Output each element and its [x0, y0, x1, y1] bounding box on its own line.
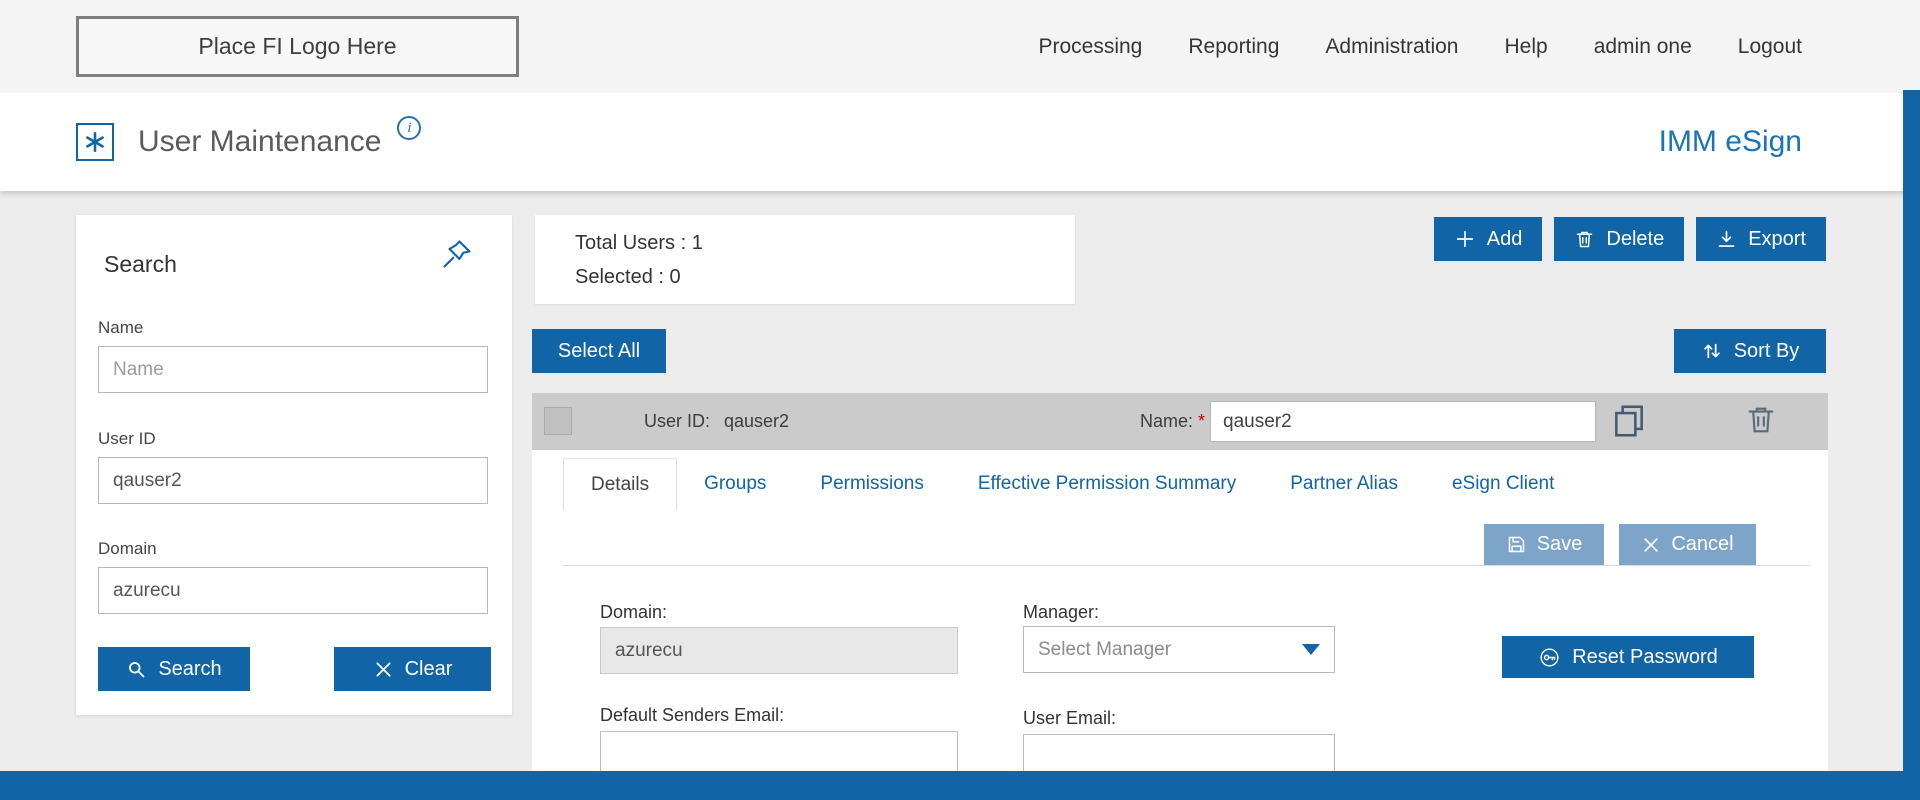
tab-esign-client[interactable]: eSign Client	[1425, 458, 1581, 510]
sort-arrows-icon	[1701, 340, 1723, 362]
export-button[interactable]: Export	[1696, 217, 1826, 261]
top-bar: Place FI Logo Here Processing Reporting …	[0, 0, 1920, 93]
tab-partner-alias[interactable]: Partner Alias	[1263, 458, 1425, 510]
scrollbar-strip[interactable]	[1903, 90, 1920, 772]
select-all-label: Select All	[558, 340, 640, 363]
save-icon	[1506, 534, 1527, 555]
tab-details[interactable]: Details	[563, 458, 677, 510]
user-email-input[interactable]	[1023, 734, 1335, 772]
top-action-buttons: Add Delete Export	[1434, 217, 1826, 261]
user-id-search-input[interactable]	[98, 457, 488, 504]
user-detail-card: Details Groups Permissions Effective Per…	[532, 450, 1828, 772]
x-icon	[373, 659, 394, 680]
cancel-x-icon	[1641, 535, 1661, 555]
nav-help[interactable]: Help	[1504, 35, 1547, 59]
nav-logout[interactable]: Logout	[1738, 35, 1802, 59]
search-icon	[126, 659, 147, 680]
search-button-label: Search	[158, 658, 221, 681]
info-icon[interactable]: i	[397, 116, 421, 140]
reset-password-button[interactable]: Reset Password	[1502, 636, 1754, 678]
domain-form-input	[600, 627, 958, 674]
fi-logo-placeholder: Place FI Logo Here	[76, 16, 519, 77]
download-icon	[1716, 229, 1737, 250]
user-maintenance-app-icon	[76, 123, 114, 161]
manager-dropdown-value: Select Manager	[1038, 639, 1171, 661]
export-button-label: Export	[1748, 228, 1806, 251]
main-content: Total Users : 1 Selected : 0 Add Delete …	[532, 215, 1828, 775]
manager-dropdown[interactable]: Select Manager	[1023, 626, 1335, 673]
page-title: User Maintenance	[138, 125, 381, 159]
tab-permissions[interactable]: Permissions	[793, 458, 950, 510]
user-id-label: User ID:	[644, 411, 710, 432]
reset-password-label: Reset Password	[1572, 646, 1718, 669]
nav-processing[interactable]: Processing	[1038, 35, 1142, 59]
top-nav: Processing Reporting Administration Help…	[1038, 35, 1802, 59]
tab-effective-permission-summary[interactable]: Effective Permission Summary	[951, 458, 1263, 510]
save-button[interactable]: Save	[1484, 524, 1604, 565]
search-panel: Search Name User ID Domain Search Clear	[76, 215, 512, 715]
row-trash-icon[interactable]	[1744, 403, 1778, 437]
name-search-input[interactable]	[98, 346, 488, 393]
name-label-text: Name:	[1140, 411, 1193, 431]
sort-by-button[interactable]: Sort By	[1674, 329, 1826, 373]
add-button-label: Add	[1487, 228, 1523, 251]
save-button-label: Save	[1537, 533, 1583, 556]
key-icon	[1538, 646, 1561, 669]
domain-search-input[interactable]	[98, 567, 488, 614]
user-row-checkbox[interactable]	[544, 407, 572, 435]
asterisk-icon	[82, 129, 108, 155]
default-senders-email-input[interactable]	[600, 731, 958, 772]
cancel-button-label: Cancel	[1671, 533, 1733, 556]
totals-box: Total Users : 1 Selected : 0	[535, 215, 1075, 304]
manager-form-label: Manager:	[1023, 602, 1099, 623]
user-id-field-label: User ID	[98, 429, 156, 449]
tab-divider	[563, 565, 1810, 566]
sort-by-label: Sort By	[1734, 340, 1800, 363]
brand-imm-esign: IMM eSign	[1659, 125, 1802, 159]
pin-icon[interactable]	[442, 239, 472, 269]
user-row: User ID: qauser2 Name: *	[532, 393, 1828, 450]
clear-button-label: Clear	[405, 658, 453, 681]
detail-tabs: Details Groups Permissions Effective Per…	[563, 458, 1581, 510]
domain-form-label: Domain:	[600, 602, 667, 623]
nav-administration[interactable]: Administration	[1325, 35, 1458, 59]
page-header: User Maintenance i IMM eSign	[0, 93, 1920, 191]
name-label: Name: *	[1140, 411, 1205, 432]
copy-icon[interactable]	[1610, 402, 1648, 440]
user-name-input[interactable]	[1210, 401, 1596, 442]
name-field-label: Name	[98, 318, 143, 338]
user-id-value: qauser2	[724, 411, 789, 432]
select-all-button[interactable]: Select All	[532, 329, 666, 373]
add-button[interactable]: Add	[1434, 217, 1543, 261]
search-panel-title: Search	[104, 251, 177, 278]
cancel-button[interactable]: Cancel	[1619, 524, 1756, 565]
total-users-text: Total Users : 1	[575, 232, 1075, 255]
nav-admin-one[interactable]: admin one	[1594, 35, 1692, 59]
user-email-label: User Email:	[1023, 708, 1116, 729]
default-senders-email-label: Default Senders Email:	[600, 705, 784, 726]
clear-button[interactable]: Clear	[334, 647, 491, 691]
save-cancel-group: Save Cancel	[1484, 524, 1756, 565]
selected-count-text: Selected : 0	[575, 266, 1075, 289]
fi-logo-text: Place FI Logo Here	[198, 33, 396, 60]
required-asterisk: *	[1198, 411, 1205, 431]
plus-icon	[1454, 228, 1476, 250]
bottom-bar	[0, 771, 1920, 800]
chevron-down-icon	[1302, 644, 1320, 655]
search-button[interactable]: Search	[98, 647, 250, 691]
delete-button[interactable]: Delete	[1554, 217, 1684, 261]
delete-button-label: Delete	[1606, 228, 1664, 251]
trash-icon	[1574, 229, 1595, 250]
tab-groups[interactable]: Groups	[677, 458, 793, 510]
domain-field-label: Domain	[98, 539, 157, 559]
nav-reporting[interactable]: Reporting	[1188, 35, 1279, 59]
